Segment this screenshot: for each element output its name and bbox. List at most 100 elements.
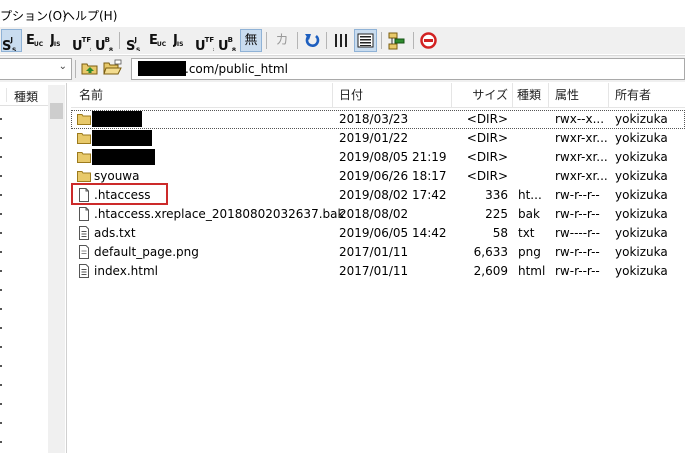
menu-options[interactable]: プション(O) xyxy=(0,7,67,24)
utf8-button-2[interactable]: UTF8 xyxy=(195,30,214,51)
scrollbar-thumb[interactable] xyxy=(50,103,63,119)
file-date: 2017/01/11 xyxy=(339,264,409,278)
file-date: 2018/03/23 xyxy=(339,112,409,126)
tree-view-icon[interactable] xyxy=(387,30,407,51)
file-attributes: rw-r--r-- xyxy=(555,264,600,278)
local-list-item[interactable] xyxy=(0,270,2,272)
remote-path-input[interactable]: .com/public_html xyxy=(131,58,685,80)
refresh-icon[interactable] xyxy=(303,30,322,51)
local-list-item[interactable] xyxy=(0,441,2,443)
column-header-size[interactable]: サイズ xyxy=(452,83,513,107)
column-divider xyxy=(0,88,7,102)
file-owner: yokizuka xyxy=(615,112,668,126)
local-list-item[interactable] xyxy=(0,365,2,367)
utf8-bom-button-2[interactable]: UB8 xyxy=(218,30,237,51)
text-file-icon xyxy=(77,226,91,240)
menu-bar: プション(O) ヘルプ(H) xyxy=(0,0,685,26)
file-date: 2019/08/02 17:42 xyxy=(339,188,447,202)
image-file-icon xyxy=(77,245,91,259)
list-view-icon[interactable] xyxy=(332,30,351,51)
utf8-button[interactable]: UTF8 xyxy=(72,30,91,51)
file-date: 2019/08/05 21:19 xyxy=(339,150,447,164)
local-list-item[interactable] xyxy=(0,232,2,234)
file-name: syouwa xyxy=(94,169,140,183)
local-list-item[interactable] xyxy=(0,289,2,291)
file-size: 6,633 xyxy=(473,245,508,259)
table-row[interactable]: 2019/01/22 <DIR> rwxr-xr... yokizuka xyxy=(71,129,685,148)
file-size: 225 xyxy=(485,207,508,221)
file-size: <DIR> xyxy=(466,169,508,183)
table-row[interactable]: index.html 2017/01/11 2,609 html rw-r--r-- yo… xyxy=(71,262,685,281)
local-file-pane: 種類 xyxy=(0,83,67,453)
file-attributes: rw-r--r-- xyxy=(555,188,600,202)
local-list-item[interactable] xyxy=(0,251,2,253)
file-size: <DIR> xyxy=(466,150,508,164)
local-list-item[interactable] xyxy=(0,308,2,310)
column-header-type[interactable]: 種類 xyxy=(513,83,549,107)
local-list-item[interactable] xyxy=(0,422,2,424)
no-conversion-button[interactable]: 無 xyxy=(240,29,262,52)
local-list-item[interactable] xyxy=(0,346,2,348)
local-list-item[interactable] xyxy=(0,156,2,158)
toolbar-separator xyxy=(326,32,327,49)
file-date: 2017/01/11 xyxy=(339,245,409,259)
sjis-button[interactable]: SJS xyxy=(1,29,22,52)
file-type: html xyxy=(518,264,546,278)
table-row[interactable]: ads.txt 2019/06/05 14:42 58 txt rw----r-- yok… xyxy=(71,224,685,243)
menu-help[interactable]: ヘルプ(H) xyxy=(63,7,117,24)
table-row[interactable]: default_page.png 2017/01/11 6,633 png rw-r--… xyxy=(71,243,685,262)
redacted-domain xyxy=(138,61,186,76)
redacted-filename xyxy=(92,149,155,165)
file-owner: yokizuka xyxy=(615,226,668,240)
open-folder-icon[interactable] xyxy=(103,59,123,77)
local-path-combo[interactable]: ⌄ xyxy=(0,58,72,80)
local-scrollbar[interactable] xyxy=(48,85,65,453)
chevron-down-icon[interactable]: ⌄ xyxy=(59,61,67,72)
local-list-header: 種類 xyxy=(0,83,48,106)
file-owner: yokizuka xyxy=(615,169,668,183)
redacted-filename xyxy=(92,130,152,146)
remote-file-pane: 名前 日付 サイズ 種類 属性 所有者 2018/03/23 <DIR> rwx--… xyxy=(71,83,685,453)
file-owner: yokizuka xyxy=(615,188,668,202)
column-header-owner[interactable]: 所有者 xyxy=(609,83,684,107)
column-header-date[interactable]: 日付 xyxy=(333,83,452,107)
folder-icon xyxy=(77,131,91,145)
kana-button[interactable]: カ xyxy=(272,30,292,51)
euc-button-2[interactable]: EUC xyxy=(149,30,168,51)
euc-button[interactable]: EUC xyxy=(26,30,45,51)
table-row[interactable]: 2018/03/23 <DIR> rwx--x... yokizuka xyxy=(71,110,685,129)
local-list-item[interactable] xyxy=(0,137,2,139)
file-type: ht... xyxy=(518,188,542,202)
utf8-bom-button[interactable]: UB8 xyxy=(95,30,114,51)
local-column-type[interactable]: 種類 xyxy=(14,88,38,105)
file-size: 2,609 xyxy=(473,264,508,278)
table-row[interactable]: 2019/08/05 21:19 <DIR> rwxr-xr... yokizuka xyxy=(71,148,685,167)
local-list-item[interactable] xyxy=(0,194,2,196)
header-divider xyxy=(71,107,685,108)
file-attributes: rw-r--r-- xyxy=(555,207,600,221)
sjis-button-2[interactable]: SJS xyxy=(126,30,145,51)
remote-path-text: .com/public_html xyxy=(185,62,288,76)
toolbar-separator xyxy=(75,60,76,78)
file-icon xyxy=(77,207,91,221)
local-list-item[interactable] xyxy=(0,175,2,177)
file-attributes: rwxr-xr... xyxy=(555,131,608,145)
column-header-name[interactable]: 名前 xyxy=(71,83,333,107)
jis-button[interactable]: JIS xyxy=(50,30,69,51)
local-list-item[interactable] xyxy=(0,327,2,329)
file-attributes: rwxr-xr... xyxy=(555,169,608,183)
table-row[interactable]: .htaccess.xreplace_20180802032637.bak 201… xyxy=(71,205,685,224)
local-list-item[interactable] xyxy=(0,118,2,120)
file-name: ads.txt xyxy=(94,226,136,240)
stop-icon[interactable] xyxy=(419,30,438,51)
jis-button-2[interactable]: JIS xyxy=(173,30,192,51)
toolbar-separator xyxy=(297,32,298,49)
details-view-icon[interactable] xyxy=(354,29,377,52)
local-list-item[interactable] xyxy=(0,213,2,215)
file-attributes: rwx--x... xyxy=(555,112,605,126)
file-name: default_page.png xyxy=(94,245,199,259)
column-header-attributes[interactable]: 属性 xyxy=(549,83,609,107)
parent-folder-icon[interactable] xyxy=(81,59,99,77)
local-list-item[interactable] xyxy=(0,403,2,405)
local-list-item[interactable] xyxy=(0,384,2,386)
